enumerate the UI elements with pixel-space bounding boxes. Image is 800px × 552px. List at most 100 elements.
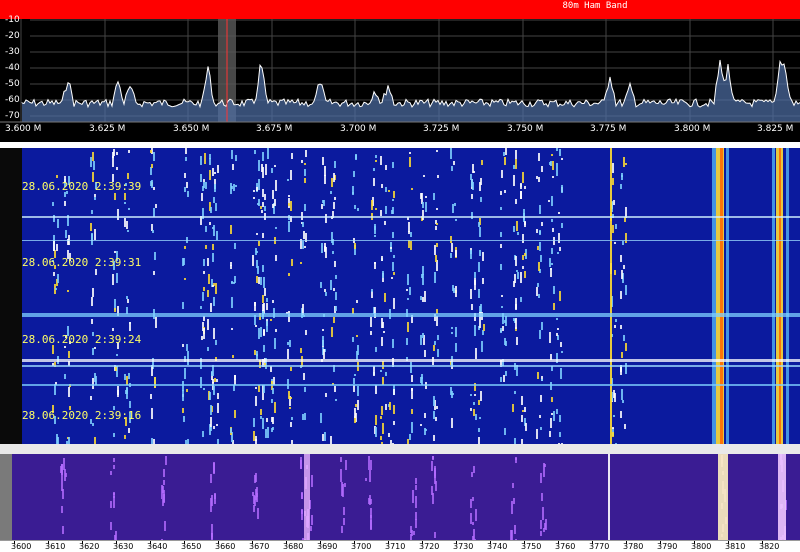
signal-speckle <box>254 350 256 355</box>
signal-speckle <box>455 286 457 297</box>
signal-speckle <box>253 197 255 199</box>
signal-speckle <box>622 241 624 245</box>
signal-speckle <box>55 288 57 290</box>
signal-speckle <box>253 190 255 192</box>
signal-speckle <box>94 437 96 444</box>
signal-speckle <box>290 422 292 427</box>
signal-speckle <box>436 223 438 225</box>
signal-speckle <box>184 187 186 192</box>
signal-speckle <box>56 244 58 251</box>
signal-speckle <box>513 175 515 186</box>
signal-speckle <box>207 319 209 330</box>
signal-speckle <box>267 148 269 159</box>
signal-speckle <box>549 431 551 437</box>
signal-speckle <box>302 222 304 227</box>
signal-speckle <box>411 422 413 433</box>
signal-speckle <box>559 247 561 251</box>
signal-speckle <box>524 186 526 189</box>
signal-speckle <box>536 287 538 296</box>
signal-speckle <box>424 428 426 435</box>
signal-speckle <box>437 175 439 178</box>
signal-speckle <box>257 508 259 519</box>
signal-speckle <box>127 230 129 232</box>
signal-speckle <box>538 177 540 182</box>
axis-label: 3680 <box>283 542 304 551</box>
signal-speckle <box>520 272 522 283</box>
carrier-edge <box>772 148 775 444</box>
signal-speckle <box>334 161 336 168</box>
signal-speckle <box>451 327 453 329</box>
signal-speckle <box>110 522 112 530</box>
signal-speckle <box>483 324 485 331</box>
signal-speckle <box>184 368 186 379</box>
signal-speckle <box>266 418 268 422</box>
signal-speckle <box>304 413 306 420</box>
signal-speckle <box>623 157 625 167</box>
signal-speckle <box>557 328 559 330</box>
signal-speckle <box>539 230 541 234</box>
signal-speckle <box>370 499 372 504</box>
signal-speckle <box>392 207 394 214</box>
signal-speckle <box>411 375 413 382</box>
signal-speckle <box>472 522 474 525</box>
signal-speckle <box>537 372 539 379</box>
signal-speckle <box>340 457 342 462</box>
signal-speckle <box>95 269 97 275</box>
signal-speckle <box>434 341 436 345</box>
secondary-waterfall[interactable] <box>0 454 800 540</box>
signal-speckle <box>551 196 553 206</box>
signal-speckle <box>267 427 269 438</box>
signal-speckle <box>501 306 503 308</box>
signal-speckle <box>391 277 393 279</box>
signal-speckle <box>258 179 260 190</box>
axis-label: 3660 <box>215 542 236 551</box>
signal-speckle <box>500 328 502 333</box>
signal-speckle <box>424 413 426 418</box>
signal-speckle <box>94 347 96 349</box>
signal-speckle <box>202 431 204 437</box>
signal-speckle <box>322 329 324 331</box>
signal-speckle <box>113 433 115 437</box>
signal-speckle <box>150 167 152 175</box>
signal-speckle <box>334 386 336 392</box>
secondary-waterfall-plot[interactable] <box>0 454 800 540</box>
signal-speckle <box>614 325 616 328</box>
signal-speckle <box>116 273 118 283</box>
signal-speckle <box>305 330 307 335</box>
signal-speckle <box>374 235 376 237</box>
spectrum-panel[interactable]: -10 -20 -30 -40 -50 -60 -70 3.600 M 3.62… <box>0 15 800 142</box>
waterfall-display[interactable]: 28.06.2020 2:39:39 28.06.2020 2:39:31 28… <box>0 148 800 444</box>
signal-speckle <box>94 229 96 240</box>
signal-speckle <box>504 190 506 193</box>
signal-speckle <box>153 187 155 190</box>
signal-speckle <box>392 162 394 168</box>
signal-speckle <box>258 328 260 339</box>
signal-speckle <box>353 171 355 177</box>
signal-speckle <box>186 182 188 188</box>
signal-speckle <box>452 204 454 213</box>
signal-speckle <box>341 526 343 533</box>
signal-speckle <box>625 163 627 165</box>
signal-speckle <box>216 424 218 426</box>
signal-speckle <box>371 289 373 292</box>
signal-speckle <box>625 285 627 295</box>
signal-speckle <box>482 252 484 261</box>
signal-speckle <box>184 278 186 280</box>
signal-speckle <box>415 485 417 490</box>
signal-speckle <box>561 158 563 160</box>
signal-speckle <box>161 485 163 499</box>
signal-speckle <box>435 417 437 421</box>
signal-speckle <box>117 209 119 220</box>
signal-speckle <box>540 395 542 402</box>
signal-speckle <box>290 397 292 399</box>
signal-speckle <box>182 302 184 309</box>
signal-speckle <box>433 435 435 441</box>
signal-speckle <box>325 214 327 223</box>
signal-speckle <box>524 271 526 278</box>
signal-speckle <box>612 427 614 429</box>
signal-speckle <box>620 255 622 262</box>
signal-speckle <box>471 194 473 199</box>
signal-speckle <box>254 150 256 154</box>
signal-speckle <box>500 232 502 237</box>
frequency-axis: 3600 3610 3620 3630 3640 3650 3660 3670 3680 3690… <box>0 540 800 552</box>
